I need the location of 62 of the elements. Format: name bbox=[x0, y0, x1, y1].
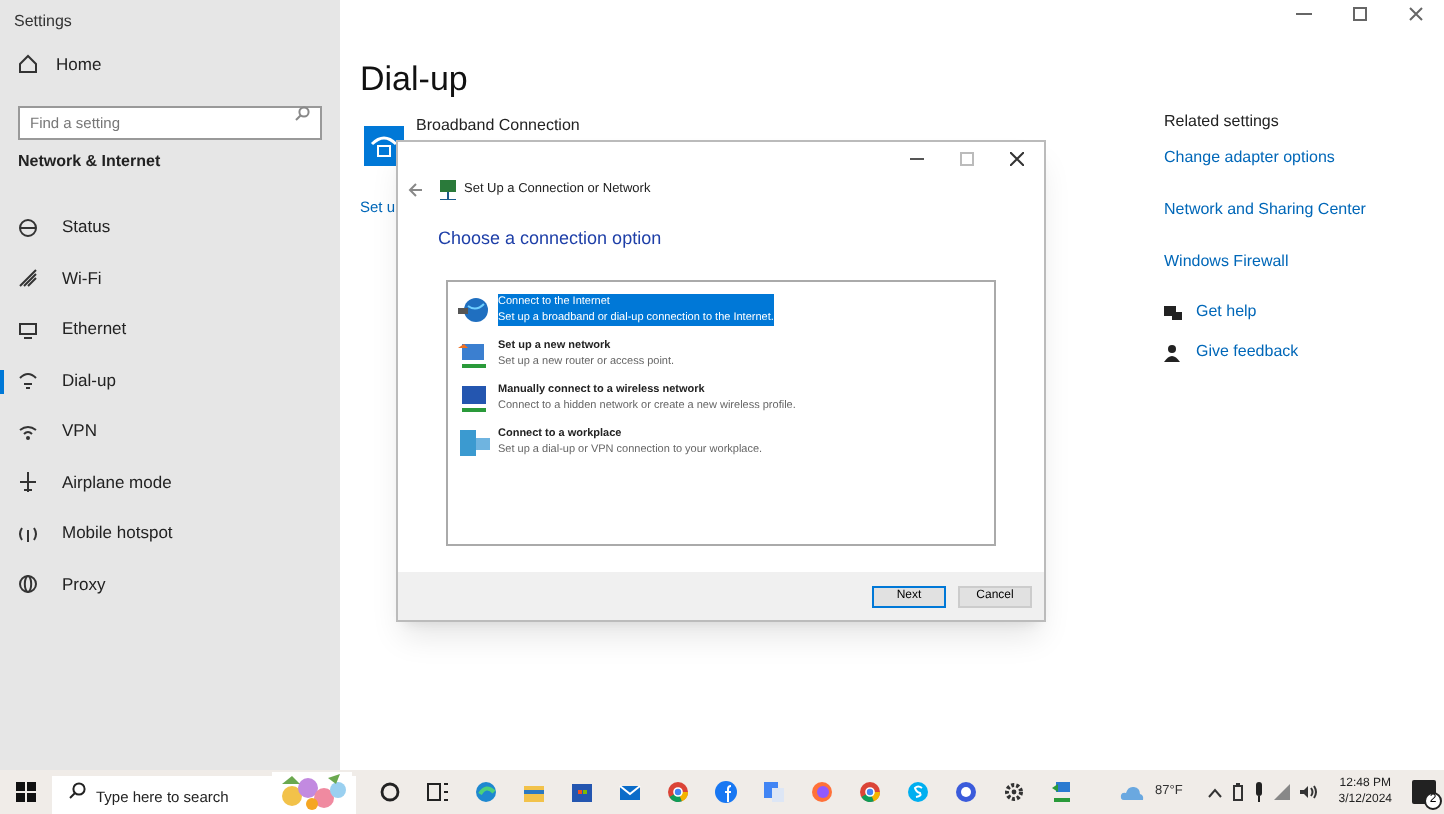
dialog-heading: Choose a connection option bbox=[436, 226, 664, 252]
help-link[interactable]: Get help bbox=[1196, 300, 1257, 324]
nav-item[interactable]: Status bbox=[0, 202, 340, 253]
related-heading: Related settings bbox=[1164, 110, 1281, 134]
nav-item[interactable]: Wi-Fi bbox=[0, 253, 340, 304]
settings-icon[interactable] bbox=[1002, 780, 1026, 804]
chat-icon bbox=[1164, 303, 1182, 321]
nav-item[interactable]: Proxy bbox=[0, 559, 340, 610]
nav-item[interactable]: Airplane mode bbox=[0, 457, 340, 508]
edge-icon[interactable] bbox=[474, 780, 498, 804]
related-link[interactable]: Network and Sharing Center bbox=[1164, 198, 1366, 222]
nav-item[interactable]: Mobile hotspot bbox=[0, 508, 340, 559]
translate-icon[interactable] bbox=[762, 780, 786, 804]
cloud-icon bbox=[1120, 784, 1145, 800]
mail-icon[interactable] bbox=[618, 780, 642, 804]
firefox-icon[interactable] bbox=[810, 780, 834, 804]
nav-label: Wi-Fi bbox=[62, 265, 102, 292]
connection-name: Broadband Connection bbox=[416, 116, 580, 136]
section-heading: Network & Internet bbox=[16, 150, 163, 174]
airplane-icon bbox=[18, 472, 38, 493]
network-icon[interactable] bbox=[1050, 780, 1074, 804]
related-link[interactable]: Windows Firewall bbox=[1164, 250, 1366, 274]
app-icon[interactable] bbox=[954, 780, 978, 804]
circle-icon[interactable] bbox=[378, 780, 402, 804]
nav-label: Airplane mode bbox=[62, 469, 172, 496]
battery-icon[interactable] bbox=[1232, 782, 1245, 802]
folder-icon[interactable] bbox=[522, 780, 546, 804]
nav-label: Ethernet bbox=[62, 316, 127, 343]
nav-label: Proxy bbox=[62, 571, 106, 598]
chrome-icon[interactable] bbox=[858, 780, 882, 804]
help-link[interactable]: Give feedback bbox=[1196, 340, 1299, 364]
search-icon bbox=[68, 782, 86, 800]
related-link[interactable]: Change adapter options bbox=[1164, 146, 1366, 170]
window-title: Settings bbox=[12, 10, 74, 34]
wifi-icon[interactable] bbox=[1274, 784, 1291, 800]
close-icon[interactable] bbox=[1010, 151, 1024, 165]
back-arrow-icon[interactable] bbox=[408, 182, 424, 198]
windows-icon[interactable] bbox=[16, 782, 36, 802]
speaker-icon[interactable] bbox=[1300, 784, 1319, 800]
person-icon bbox=[1164, 343, 1182, 361]
nav-label: VPN bbox=[62, 418, 97, 445]
facebook-icon[interactable] bbox=[714, 780, 738, 804]
maximize-icon[interactable] bbox=[1352, 6, 1368, 22]
chrome-icon[interactable] bbox=[666, 780, 690, 804]
nav-item[interactable]: Ethernet bbox=[0, 304, 340, 355]
network-icon bbox=[438, 180, 458, 200]
home-icon bbox=[18, 54, 38, 74]
monitor-icon bbox=[456, 381, 492, 413]
nav-label: Mobile hotspot bbox=[62, 520, 173, 547]
chevron-up-icon[interactable] bbox=[1208, 787, 1223, 797]
nav-item[interactable]: VPN bbox=[0, 406, 340, 457]
nav-label: Dial-up bbox=[62, 367, 116, 394]
search-icon bbox=[294, 106, 310, 122]
microphone-icon[interactable] bbox=[1254, 782, 1265, 802]
home-link[interactable]: Home bbox=[0, 40, 340, 88]
page-title: Dial-up bbox=[360, 58, 468, 102]
task-view-icon[interactable] bbox=[426, 780, 450, 804]
antenna-icon bbox=[18, 523, 38, 544]
store-icon[interactable] bbox=[570, 780, 594, 804]
nav-label: Status bbox=[62, 214, 111, 241]
monitor-icon bbox=[18, 319, 38, 340]
close-icon[interactable] bbox=[1408, 6, 1424, 22]
